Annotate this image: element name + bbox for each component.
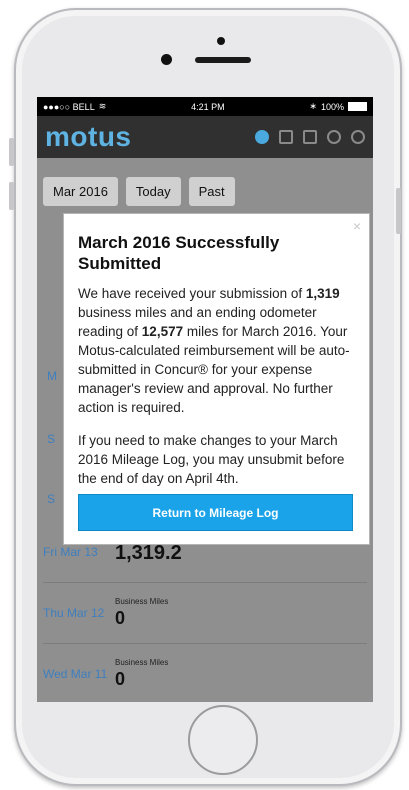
row-label: Business Miles <box>115 658 169 667</box>
motus-logo: motus <box>45 121 132 152</box>
period-tabs: Mar 2016 Today Past <box>43 177 235 206</box>
battery-icon <box>347 102 367 111</box>
tab-past[interactable]: Past <box>188 177 235 206</box>
dialog-title: March 2016 Successfully Submitted <box>78 233 280 273</box>
proximity-sensor-icon <box>161 54 172 65</box>
clock-time: 4:21 PM <box>191 101 225 112</box>
earpiece-speaker <box>195 57 251 63</box>
carrier-label: ●●●○○ BELL <box>43 101 95 112</box>
row-date: Wed Mar 11 <box>43 667 108 681</box>
return-to-mileage-log-button[interactable]: Return to Mileage Log <box>78 494 353 531</box>
business-miles-value: 1,319 <box>305 286 340 301</box>
tab-month[interactable]: Mar 2016 <box>43 177 118 206</box>
close-icon[interactable]: × <box>353 218 361 234</box>
app-header: motus <box>37 116 373 158</box>
bluetooth-icon: ∗ <box>309 101 317 111</box>
odometer-value: 12,577 <box>141 324 184 339</box>
home-button[interactable] <box>188 705 258 775</box>
wifi-icon: ≋ <box>98 101 107 111</box>
dialog-summary: We have received your submission of 1,31… <box>78 284 353 417</box>
row-date-fragment: S <box>47 432 56 446</box>
row-miles: 0 <box>115 608 126 628</box>
submission-success-dialog: × March 2016 Successfully Submitted We h… <box>63 213 370 545</box>
document-icon[interactable] <box>279 130 293 144</box>
dialog-unsubmit-note: If you need to make changes to your Marc… <box>78 433 345 486</box>
help-icon[interactable] <box>351 130 365 144</box>
list-item[interactable]: Wed Mar 11 Business Miles 0 <box>43 644 367 702</box>
settings-icon[interactable] <box>327 130 341 144</box>
list-item[interactable]: Thu Mar 12 Business Miles 0 <box>43 583 367 644</box>
mileage-list: Fri Mar 13 1,319.2 Thu Mar 12 Business M… <box>43 522 367 702</box>
row-date: Thu Mar 12 <box>43 606 105 620</box>
status-bar: ●●●○○ BELL ≋ 4:21 PM ∗ 100% <box>37 97 373 116</box>
volume-up-button[interactable] <box>9 138 14 166</box>
row-label: Business Miles <box>115 597 169 606</box>
row-date: Fri Mar 13 <box>43 545 98 559</box>
clock-icon[interactable] <box>255 130 269 144</box>
row-date-fragment: M <box>47 369 57 383</box>
account-icon[interactable] <box>303 130 317 144</box>
tab-today[interactable]: Today <box>125 177 181 206</box>
volume-down-button[interactable] <box>9 182 14 210</box>
row-date-fragment: S <box>47 492 56 506</box>
battery-percent: 100% <box>320 101 344 112</box>
row-miles: 0 <box>115 669 126 689</box>
power-button[interactable] <box>396 188 401 234</box>
summary-text: We have received your submission of <box>78 286 306 301</box>
front-camera-icon <box>217 37 225 45</box>
